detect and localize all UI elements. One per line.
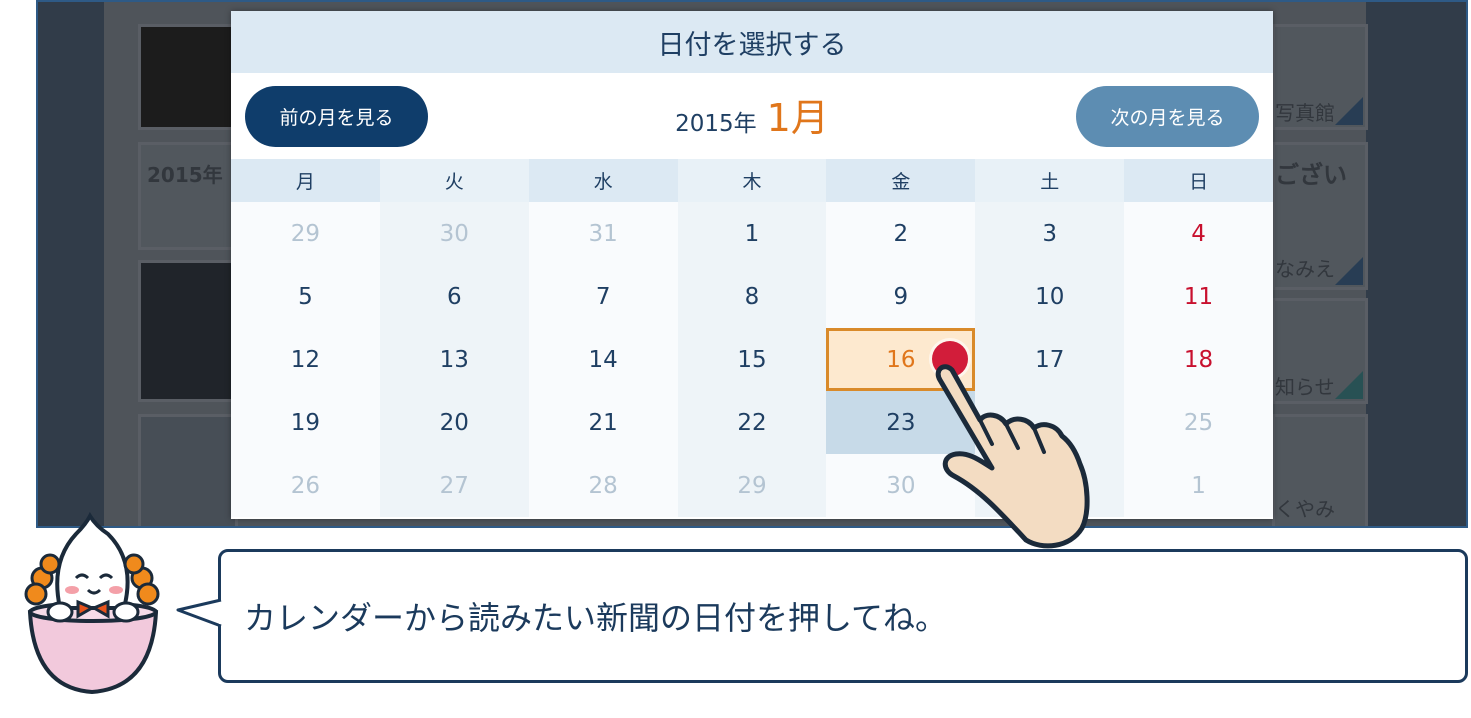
calendar-day[interactable]: 27	[379, 454, 529, 517]
calendar-day[interactable]: 1	[677, 202, 827, 265]
calendar-day[interactable]: 29	[231, 202, 380, 265]
instruction-text: カレンダーから読みたい新聞の日付を押してね。	[244, 599, 948, 637]
weekday-header-sat: 土	[975, 159, 1125, 202]
date-picker-dialog: 日付を選択する 前の月を見る 2015年 1月 次の月を見る 月 火 水 木 金 …	[231, 11, 1273, 519]
weekday-header-thu: 木	[677, 159, 827, 202]
dialog-title: 日付を選択する	[231, 11, 1273, 73]
calendar-day[interactable]: 22	[677, 391, 827, 454]
weekday-header-fri: 金	[826, 159, 976, 202]
calendar-day[interactable]: 13	[379, 328, 529, 391]
mascot-character-icon	[24, 512, 160, 695]
calendar-grid: 月 火 水 木 金 土 日 29 30 31 1 2 3 4 5 6 7 8 9…	[231, 159, 1273, 517]
calendar-day[interactable]: 10	[975, 265, 1125, 328]
calendar-day[interactable]: 25	[1124, 391, 1273, 454]
calendar-day[interactable]: 7	[528, 265, 678, 328]
speech-bubble-tail	[176, 598, 224, 628]
pointing-hand-icon	[935, 364, 1090, 549]
calendar-day[interactable]: 19	[231, 391, 380, 454]
year-label: 2015年	[675, 111, 757, 137]
month-label: 1月	[766, 96, 829, 140]
calendar-day[interactable]: 28	[528, 454, 678, 517]
calendar-day[interactable]: 12	[231, 328, 380, 391]
calendar-day[interactable]: 5	[231, 265, 380, 328]
weekday-header-wed: 水	[528, 159, 678, 202]
weekday-header-tue: 火	[379, 159, 529, 202]
calendar-day[interactable]: 18	[1124, 328, 1273, 391]
calendar-day[interactable]: 20	[379, 391, 529, 454]
next-month-button[interactable]: 次の月を見る	[1076, 86, 1259, 147]
calendar-day[interactable]: 30	[379, 202, 529, 265]
weekday-header-mon: 月	[231, 159, 380, 202]
calendar-day[interactable]: 3	[975, 202, 1125, 265]
calendar-day[interactable]: 21	[528, 391, 678, 454]
calendar-day[interactable]: 2	[826, 202, 976, 265]
calendar-day[interactable]: 8	[677, 265, 827, 328]
calendar-day[interactable]: 11	[1124, 265, 1273, 328]
calendar-day[interactable]: 9	[826, 265, 976, 328]
calendar-day[interactable]: 31	[528, 202, 678, 265]
weekday-header-sun: 日	[1124, 159, 1273, 202]
calendar-day[interactable]: 15	[677, 328, 827, 391]
month-navigation: 前の月を見る 2015年 1月 次の月を見る	[231, 73, 1273, 159]
calendar-day[interactable]: 6	[379, 265, 529, 328]
calendar-day[interactable]: 14	[528, 328, 678, 391]
calendar-day[interactable]: 29	[677, 454, 827, 517]
calendar-day[interactable]: 1	[1124, 454, 1273, 517]
calendar-day[interactable]: 26	[231, 454, 380, 517]
calendar-day[interactable]: 4	[1124, 202, 1273, 265]
